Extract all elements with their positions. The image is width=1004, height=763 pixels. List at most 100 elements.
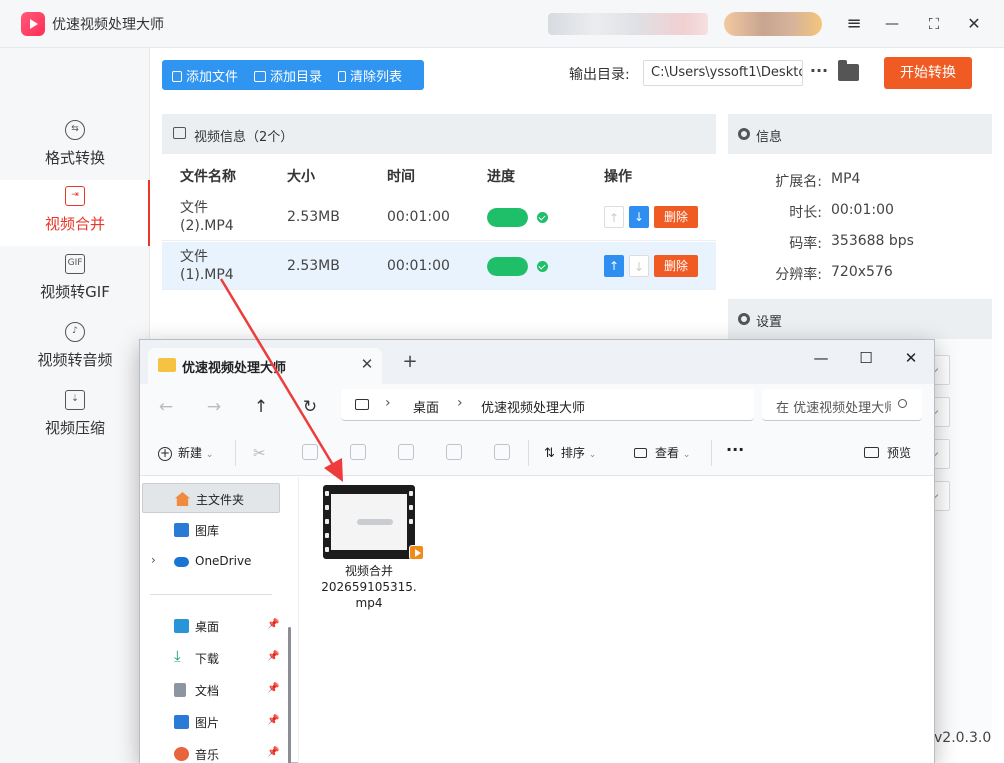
thumbnail-frame bbox=[331, 494, 407, 550]
table-header: 文件名称 大小 时间 进度 操作 bbox=[162, 154, 716, 192]
file-size: 2.53MB bbox=[287, 258, 340, 274]
explorer-nav-pane: 主文件夹 图库 › OneDrive 桌面 📌 ⤓ 下载 📌 文档 📌 图片 📌… bbox=[140, 477, 291, 763]
up-arrow-icon[interactable]: ↑ bbox=[249, 396, 273, 418]
info-title: 信息 bbox=[756, 130, 783, 145]
output-dir-field[interactable]: C:\Users\yssoft1\Deskto bbox=[643, 60, 803, 86]
film-hole bbox=[325, 505, 329, 510]
file-icon bbox=[172, 70, 182, 82]
copy-icon[interactable] bbox=[302, 444, 318, 460]
start-convert-button[interactable]: 开始转换 bbox=[884, 57, 972, 89]
delete-button[interactable]: 删除 bbox=[654, 206, 698, 228]
delete-icon[interactable] bbox=[494, 444, 510, 460]
pin-icon: 📌 bbox=[267, 619, 280, 630]
nav-item-label: 下载 bbox=[195, 652, 220, 666]
paste-icon[interactable] bbox=[350, 444, 366, 460]
explorer-tab[interactable]: 优速视频处理大师 ✕ bbox=[148, 348, 382, 384]
add-file-button[interactable]: 添加文件 bbox=[172, 66, 238, 85]
move-up-button[interactable]: ↑ bbox=[604, 255, 624, 277]
image-icon bbox=[173, 127, 186, 139]
breadcrumb-folder[interactable]: 优速视频处理大师 bbox=[481, 397, 585, 416]
close-button[interactable]: ✕ bbox=[962, 12, 986, 36]
new-tab-button[interactable]: + bbox=[400, 352, 420, 372]
folder-icon bbox=[254, 70, 267, 82]
share-icon[interactable] bbox=[446, 444, 462, 460]
add-directory-button[interactable]: 添加目录 bbox=[254, 66, 322, 85]
move-up-button[interactable]: ↑ bbox=[604, 206, 624, 228]
move-down-button[interactable]: ↓ bbox=[629, 206, 649, 228]
nav-item-gallery[interactable]: 图库 bbox=[142, 515, 280, 545]
address-bar[interactable]: › 桌面 › 优速视频处理大师 bbox=[341, 389, 754, 421]
cut-icon[interactable]: ✂ bbox=[253, 444, 269, 462]
clear-list-button[interactable]: 清除列表 bbox=[338, 66, 402, 85]
preview-button[interactable]: 预览 bbox=[864, 444, 911, 461]
explorer-minimize-button[interactable]: — bbox=[806, 346, 836, 370]
move-down-button[interactable]: ↓ bbox=[629, 255, 649, 277]
menu-icon[interactable]: ≡ bbox=[842, 12, 866, 36]
more-options-button[interactable]: ··· bbox=[726, 440, 744, 459]
column-header-time: 时间 bbox=[387, 169, 415, 185]
table-row[interactable]: 文件 (2).MP4 2.53MB 00:01:00 ↑ ↓ 删除 bbox=[162, 193, 716, 241]
maximize-button[interactable]: ⛶ bbox=[922, 12, 946, 36]
column-header-size: 大小 bbox=[287, 169, 315, 185]
view-button[interactable]: 查看 ⌄ bbox=[634, 444, 690, 461]
progress-bar bbox=[487, 257, 528, 276]
video-file-item[interactable]: 视频合并 202659105315. mp4 bbox=[313, 485, 425, 613]
music-icon bbox=[174, 747, 189, 761]
compress-icon: ⇣ bbox=[65, 390, 85, 410]
info-value: 720x576 bbox=[831, 264, 893, 280]
delete-button[interactable]: 删除 bbox=[654, 255, 698, 277]
nav-pane-scrollbar[interactable] bbox=[288, 627, 291, 763]
info-key: 分辨率: bbox=[775, 267, 822, 283]
refresh-icon[interactable]: ↻ bbox=[298, 396, 322, 418]
divider bbox=[150, 594, 272, 595]
sidebar-item-video-to-gif[interactable]: GIF 视频转GIF bbox=[0, 248, 150, 314]
nav-item-home[interactable]: 主文件夹 bbox=[142, 483, 280, 513]
chevron-right-icon: › bbox=[151, 553, 156, 567]
back-arrow-icon[interactable]: ← bbox=[154, 396, 178, 418]
film-hole bbox=[409, 491, 413, 496]
open-folder-icon[interactable] bbox=[838, 60, 859, 81]
info-row-extension: 扩展名: MP4 bbox=[728, 171, 992, 193]
sidebar-item-video-to-audio[interactable]: ♪ 视频转音频 bbox=[0, 316, 150, 382]
media-player-badge-icon bbox=[409, 545, 424, 560]
breadcrumb-desktop[interactable]: 桌面 bbox=[413, 397, 439, 416]
document-icon bbox=[174, 683, 186, 697]
sort-button[interactable]: ⇅ 排序 ⌄ bbox=[544, 444, 596, 461]
new-button[interactable]: + 新建 ⌄ bbox=[158, 444, 213, 461]
video-thumbnail bbox=[323, 485, 424, 560]
output-dir-more-button[interactable]: ··· bbox=[809, 60, 829, 86]
pin-icon: 📌 bbox=[267, 683, 280, 694]
download-icon: ⤓ bbox=[174, 647, 181, 665]
close-tab-icon[interactable]: ✕ bbox=[358, 355, 376, 373]
nav-item-pictures[interactable]: 图片 📌 bbox=[142, 707, 280, 737]
nav-item-label: 桌面 bbox=[195, 620, 220, 634]
file-duration: 00:01:00 bbox=[387, 209, 450, 225]
explorer-maximize-button[interactable]: ☐ bbox=[851, 346, 881, 370]
file-name-line: 视频合并 bbox=[344, 564, 393, 578]
app-title: 优速视频处理大师 bbox=[52, 17, 164, 33]
nav-item-downloads[interactable]: ⤓ 下载 📌 bbox=[142, 643, 280, 673]
info-key: 时长: bbox=[789, 205, 822, 221]
audio-icon: ♪ bbox=[65, 322, 85, 342]
video-list-title: 视频信息（2个） bbox=[194, 130, 294, 145]
nav-item-onedrive[interactable]: › OneDrive bbox=[142, 547, 280, 577]
explorer-close-button[interactable]: ✕ bbox=[896, 346, 926, 370]
nav-item-desktop[interactable]: 桌面 📌 bbox=[142, 611, 280, 641]
explorer-nav-bar: ← → ↑ ↻ › 桌面 › 优速视频处理大师 在 优速视频处理大师 中搜索 bbox=[140, 384, 934, 430]
minimize-button[interactable]: — bbox=[880, 12, 904, 36]
search-box[interactable]: 在 优速视频处理大师 中搜索 bbox=[762, 389, 922, 421]
film-hole bbox=[325, 547, 329, 552]
blurred-account-badge[interactable] bbox=[724, 12, 822, 36]
plus-icon: + bbox=[158, 446, 172, 461]
rename-icon[interactable] bbox=[398, 444, 414, 460]
forward-arrow-icon[interactable]: → bbox=[202, 396, 226, 418]
sidebar-item-format-convert[interactable]: ⇆ 格式转换 bbox=[0, 114, 150, 180]
film-hole bbox=[409, 519, 413, 524]
nav-item-documents[interactable]: 文档 📌 bbox=[142, 675, 280, 705]
table-row[interactable]: 文件 (1).MP4 2.53MB 00:01:00 ↑ ↓ 删除 bbox=[162, 242, 716, 290]
nav-item-music[interactable]: 音乐 📌 bbox=[142, 739, 280, 763]
chevron-down-icon: ⌄ bbox=[682, 450, 691, 460]
explorer-command-bar: + 新建 ⌄ ✂ ⇅ 排序 ⌄ 查看 ⌄ ··· 预览 bbox=[140, 430, 934, 476]
sidebar-item-video-compress[interactable]: ⇣ 视频压缩 bbox=[0, 384, 150, 450]
sidebar-item-video-merge[interactable]: ⇥ 视频合并 bbox=[0, 180, 150, 246]
